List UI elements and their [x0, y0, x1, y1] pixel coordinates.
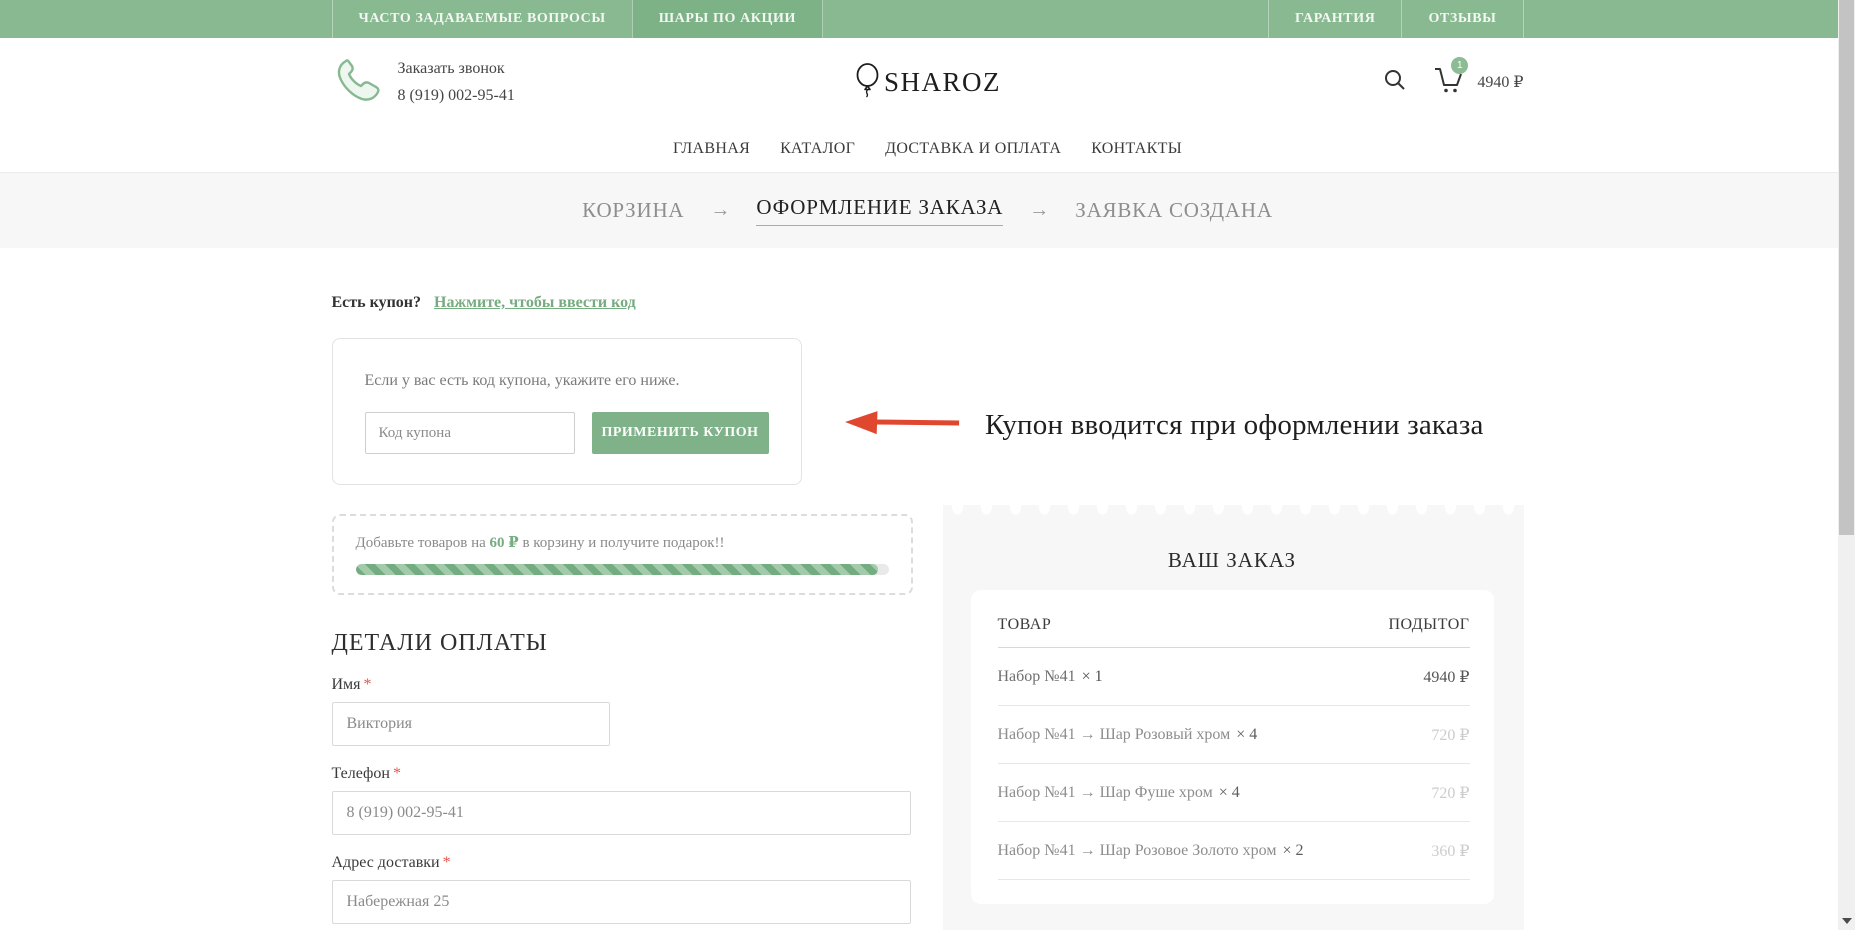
gift-progress-track	[356, 564, 889, 575]
order-item-qty: × 2	[1282, 842, 1303, 859]
order-item-price: 720 ₽	[1431, 783, 1469, 803]
cart-count-badge: 1	[1451, 57, 1468, 74]
step-separator-icon: →	[1029, 199, 1049, 222]
site-header: Заказать звонок 8 (919) 002-95-41 SHAROZ	[0, 38, 1855, 126]
required-asterisk: *	[393, 765, 401, 782]
billing-details-title: ДЕТАЛИ ОПЛАТЫ	[332, 630, 913, 657]
order-item-price: 4940 ₽	[1423, 667, 1469, 687]
order-row: Набор №41 → Шар Розовый хром × 4 720 ₽	[998, 706, 1470, 764]
topbar-left-group: ЧАСТО ЗАДАВАЕМЫЕ ВОПРОСЫ ШАРЫ ПО АКЦИИ	[332, 0, 824, 38]
page-scrollbar[interactable]	[1838, 0, 1855, 930]
topbar-item-warranty[interactable]: ГАРАНТИЯ	[1268, 0, 1401, 38]
coupon-form: Если у вас есть код купона, укажите его …	[332, 338, 802, 485]
order-col-product: ТОВАР	[998, 616, 1052, 634]
search-icon[interactable]	[1383, 68, 1407, 97]
coupon-code-input[interactable]	[365, 412, 575, 454]
order-item-qty: × 4	[1219, 784, 1240, 801]
cart-total: 4940 ₽	[1477, 72, 1523, 92]
nav-item-delivery[interactable]: ДОСТАВКА И ОПЛАТА	[885, 140, 1061, 158]
topbar-right-group: ГАРАНТИЯ ОТЗЫВЫ	[1268, 0, 1523, 38]
main-nav: ГЛАВНАЯ КАТАЛОГ ДОСТАВКА И ОПЛАТА КОНТАК…	[0, 126, 1855, 173]
topbar-item-sale-balloons[interactable]: ШАРЫ ПО АКЦИИ	[632, 0, 823, 38]
gift-progress-banner: Добавьте товаров на 60 ₽ в корзину и пол…	[332, 514, 913, 595]
callback-block[interactable]: Заказать звонок 8 (919) 002-95-41	[332, 55, 515, 109]
coupon-toggle-link[interactable]: Нажмите, чтобы ввести код	[434, 294, 636, 312]
checkout-steps: КОРЗИНА → ОФОРМЛЕНИЕ ЗАКАЗА → ЗАЯВКА СОЗ…	[0, 173, 1855, 248]
scrollbar-thumb[interactable]	[1839, 0, 1854, 535]
logo-text: SHAROZ	[884, 67, 1001, 98]
order-item-price: 720 ₽	[1431, 725, 1469, 745]
nav-item-contacts[interactable]: КОНТАКТЫ	[1091, 140, 1182, 158]
order-row: Набор №41 → Шар Розовое Золото хром × 2 3…	[998, 822, 1470, 880]
balloon-logo-icon	[854, 62, 882, 103]
name-field-label: Имя	[332, 676, 361, 693]
top-utility-bar: ЧАСТО ЗАДАВАЕМЫЕ ВОПРОСЫ ШАРЫ ПО АКЦИИ Г…	[0, 0, 1855, 38]
main-content: Есть купон? Нажмите, чтобы ввести код Ес…	[332, 294, 1524, 930]
topbar-item-reviews[interactable]: ОТЗЫВЫ	[1401, 0, 1523, 38]
nav-item-catalog[interactable]: КАТАЛОГ	[780, 140, 855, 158]
order-summary-title: ВАШ ЗАКАЗ	[971, 548, 1494, 573]
order-table: ТОВАР ПОДЫТОГ Набор №41 × 1 4940 ₽ Набор …	[971, 590, 1494, 904]
required-asterisk: *	[443, 854, 451, 871]
coupon-hint: Если у вас есть код купона, укажите его …	[365, 372, 769, 390]
order-row: Набор №41 → Шар Фуше хром × 4 720 ₽	[998, 764, 1470, 822]
order-row: Набор №41 × 1 4940 ₽	[998, 648, 1470, 706]
nav-item-home[interactable]: ГЛАВНАЯ	[673, 140, 750, 158]
cart-button[interactable]: 1 4940 ₽	[1433, 66, 1523, 99]
address-field-label: Адрес доставки	[332, 854, 440, 871]
header-phone-number[interactable]: 8 (919) 002-95-41	[398, 82, 515, 109]
phone-field-label: Телефон	[332, 765, 390, 782]
order-item-qty: × 1	[1082, 668, 1103, 685]
order-item-name: Набор №41 → Шар Розовое Золото хром	[998, 842, 1277, 859]
topbar-item-faq[interactable]: ЧАСТО ЗАДАВАЕМЫЕ ВОПРОСЫ	[332, 0, 632, 38]
gift-text-after: в корзину и получите подарок!!	[519, 535, 725, 551]
logo[interactable]: SHAROZ	[854, 62, 1001, 103]
order-item-name: Набор №41 → Шар Розовый хром	[998, 726, 1231, 743]
order-item-qty: × 4	[1236, 726, 1257, 743]
checkout-page: ЧАСТО ЗАДАВАЕМЫЕ ВОПРОСЫ ШАРЫ ПО АКЦИИ Г…	[0, 0, 1855, 930]
step-checkout-current: ОФОРМЛЕНИЕ ЗАКАЗА	[756, 195, 1003, 226]
step-separator-icon: →	[710, 199, 730, 222]
step-order-created: ЗАЯВКА СОЗДАНА	[1075, 198, 1273, 223]
gift-text-before: Добавьте товаров на	[356, 535, 490, 551]
order-item-name: Набор №41 → Шар Фуше хром	[998, 784, 1213, 801]
receipt-scallop-edge	[943, 505, 1524, 518]
phone-icon	[332, 56, 382, 109]
order-summary-panel: ВАШ ЗАКАЗ ТОВАР ПОДЫТОГ Набор №41 × 1 494…	[943, 505, 1524, 930]
phone-field[interactable]	[332, 791, 911, 835]
gift-amount: 60 ₽	[490, 535, 519, 551]
apply-coupon-button[interactable]: ПРИМЕНИТЬ КУПОН	[592, 412, 769, 454]
order-item-price: 360 ₽	[1431, 841, 1469, 861]
name-field[interactable]	[332, 702, 610, 746]
scrollbar-down-arrow-icon[interactable]	[1842, 918, 1852, 924]
gift-progress-fill	[356, 564, 878, 575]
order-item-name: Набор №41	[998, 668, 1076, 685]
required-asterisk: *	[364, 676, 372, 693]
callback-label[interactable]: Заказать звонок	[398, 55, 515, 82]
address-field[interactable]	[332, 880, 911, 924]
coupon-question-label: Есть купон?	[332, 294, 422, 312]
order-col-subtotal: ПОДЫТОГ	[1388, 616, 1469, 634]
step-cart[interactable]: КОРЗИНА	[582, 198, 684, 223]
